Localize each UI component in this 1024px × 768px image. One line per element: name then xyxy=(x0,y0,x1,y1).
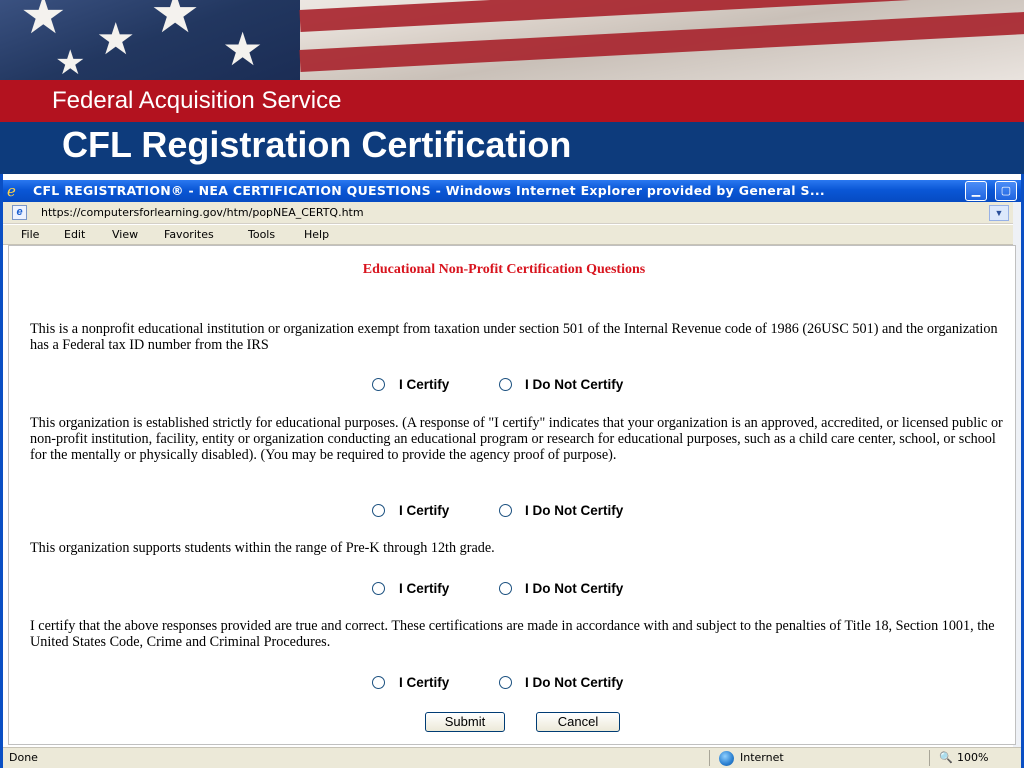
url-field[interactable]: https://computersforlearning.gov/htm/pop… xyxy=(41,206,364,219)
status-divider xyxy=(709,750,710,766)
star-icon: ★ xyxy=(20,0,67,46)
certify-radio[interactable] xyxy=(372,582,385,595)
certify-radio[interactable] xyxy=(372,676,385,689)
certify-radio[interactable] xyxy=(372,504,385,517)
ie-logo-icon: ℯ xyxy=(7,183,16,200)
star-icon: ★ xyxy=(150,0,201,46)
certify-radio[interactable] xyxy=(372,378,385,391)
menu-favorites[interactable]: Favorites xyxy=(164,228,214,241)
address-bar: e https://computersforlearning.gov/htm/p… xyxy=(3,202,1021,224)
internet-zone-icon xyxy=(719,751,734,766)
title-bar: CFL Registration Certification xyxy=(0,122,1024,174)
question-3-text: This organization supports students with… xyxy=(30,540,495,556)
section-title: Federal Acquisition Service xyxy=(52,87,342,114)
address-dropdown-button[interactable]: ▼ xyxy=(989,205,1009,221)
do-not-certify-label: I Do Not Certify xyxy=(525,377,624,392)
question-3-options: I Certify I Do Not Certify xyxy=(9,580,1019,598)
do-not-certify-radio[interactable] xyxy=(499,676,512,689)
certify-label: I Certify xyxy=(399,581,450,596)
do-not-certify-radio[interactable] xyxy=(499,378,512,391)
menu-file[interactable]: File xyxy=(21,228,39,241)
browser-window: ℯ CFL REGISTRATION® - NEA CERTIFICATION … xyxy=(0,174,1024,768)
certify-label: I Certify xyxy=(399,503,450,518)
certify-label: I Certify xyxy=(399,377,450,392)
flag-banner: ★ ★ ★ ★ ★ xyxy=(0,0,1024,80)
status-divider xyxy=(929,750,930,766)
menu-bar: File Edit View Favorites Tools Help xyxy=(3,225,1021,245)
security-zone-label: Internet xyxy=(740,751,784,764)
maximize-button[interactable]: ▢ xyxy=(995,181,1017,201)
question-1-options: I Certify I Do Not Certify xyxy=(9,376,1019,394)
minimize-button[interactable]: ▁ xyxy=(965,181,987,201)
do-not-certify-label: I Do Not Certify xyxy=(525,675,624,690)
page-icon: e xyxy=(12,205,27,220)
do-not-certify-label: I Do Not Certify xyxy=(525,581,624,596)
status-text: Done xyxy=(9,751,38,764)
window-title: CFL REGISTRATION® - NEA CERTIFICATION QU… xyxy=(33,183,825,198)
submit-button[interactable]: Submit xyxy=(425,712,505,732)
page-content: Educational Non-Profit Certification Que… xyxy=(8,245,1016,745)
form-heading: Educational Non-Profit Certification Que… xyxy=(362,262,646,277)
menu-help[interactable]: Help xyxy=(304,228,329,241)
star-icon: ★ xyxy=(55,43,86,80)
do-not-certify-radio[interactable] xyxy=(499,582,512,595)
zoom-icon[interactable]: 🔍 xyxy=(939,751,953,764)
zoom-level[interactable]: 100% xyxy=(957,751,988,764)
menu-tools[interactable]: Tools xyxy=(248,228,275,241)
question-4-options: I Certify I Do Not Certify xyxy=(9,674,1019,692)
section-bar: Federal Acquisition Service xyxy=(0,80,1024,122)
star-icon: ★ xyxy=(222,22,264,76)
question-2-options: I Certify I Do Not Certify xyxy=(9,502,1019,520)
question-4-text: I certify that the above responses provi… xyxy=(30,618,995,650)
menu-edit[interactable]: Edit xyxy=(64,228,85,241)
certify-label: I Certify xyxy=(399,675,450,690)
question-1-text: This is a nonprofit educational institut… xyxy=(30,321,998,353)
do-not-certify-label: I Do Not Certify xyxy=(525,503,624,518)
do-not-certify-radio[interactable] xyxy=(499,504,512,517)
status-bar: Done Internet 🔍 100% xyxy=(3,747,1021,768)
menu-view[interactable]: View xyxy=(112,228,138,241)
star-icon: ★ xyxy=(96,14,136,65)
question-2-text: This organization is established strictl… xyxy=(30,415,1003,463)
window-titlebar: ℯ CFL REGISTRATION® - NEA CERTIFICATION … xyxy=(3,180,1021,202)
cancel-button[interactable]: Cancel xyxy=(536,712,620,732)
slide-title: CFL Registration Certification xyxy=(62,124,572,165)
